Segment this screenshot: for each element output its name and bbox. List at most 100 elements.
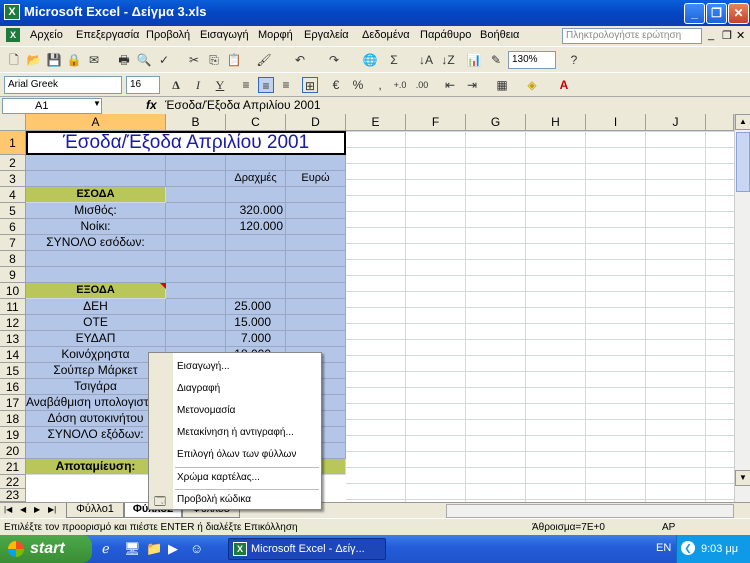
cell-a13[interactable]: ΕΥΔΑΠ: [26, 331, 166, 347]
row-header[interactable]: 9: [0, 267, 26, 283]
currency-icon[interactable]: €: [328, 77, 344, 93]
redo-icon[interactable]: ↷: [326, 52, 342, 68]
cell-a7[interactable]: ΣΥΝΟΛΟ εσόδων:: [26, 235, 166, 251]
cell-a11[interactable]: ΔΕΗ: [26, 299, 166, 315]
cell-c6[interactable]: 120.000: [226, 219, 286, 235]
print-icon[interactable]: 🖶: [116, 52, 132, 68]
cell[interactable]: [286, 283, 346, 299]
cell-a17[interactable]: Αναβάθμιση υπολογιστή: [26, 395, 166, 411]
row-header[interactable]: 23: [0, 489, 26, 502]
cell[interactable]: [226, 155, 286, 171]
hyperlink-icon[interactable]: 🌐: [362, 52, 378, 68]
cell[interactable]: [166, 315, 226, 331]
column-header-k[interactable]: [706, 114, 734, 131]
row-header[interactable]: 21: [0, 459, 26, 475]
cell[interactable]: [166, 235, 226, 251]
cell[interactable]: [286, 251, 346, 267]
ie-quicklaunch-icon[interactable]: ℯ: [102, 541, 110, 557]
cell[interactable]: [226, 251, 286, 267]
cell[interactable]: [166, 203, 226, 219]
permission-icon[interactable]: 🔒: [66, 52, 82, 68]
cell-a10-expenses-header[interactable]: ΕΞΟΔΑ: [26, 283, 166, 299]
cell[interactable]: [166, 299, 226, 315]
row-header[interactable]: 13: [0, 331, 26, 347]
new-icon[interactable]: 🗋: [6, 52, 22, 68]
row-header[interactable]: 15: [0, 363, 26, 379]
cell[interactable]: [166, 187, 226, 203]
cell-a1-title[interactable]: Έσοδα/Έξοδα Απριλίου 2001: [26, 131, 346, 155]
column-header-g[interactable]: G: [466, 114, 526, 131]
column-header-d[interactable]: D: [286, 114, 346, 131]
scroll-up-icon[interactable]: ▲: [735, 114, 750, 130]
first-sheet-icon[interactable]: |◀: [4, 505, 12, 514]
email-icon[interactable]: ✉: [86, 52, 102, 68]
print-preview-icon[interactable]: 🔍: [136, 52, 152, 68]
row-header[interactable]: 4: [0, 187, 26, 203]
percent-icon[interactable]: %: [350, 77, 366, 93]
prev-sheet-icon[interactable]: ◀: [20, 505, 26, 514]
align-right-icon[interactable]: ≡: [278, 77, 294, 93]
start-button[interactable]: start: [0, 535, 92, 563]
media-quicklaunch-icon[interactable]: ▶: [168, 541, 178, 557]
underline-icon[interactable]: Υ: [212, 77, 228, 93]
copy-icon[interactable]: ⎘: [206, 52, 222, 68]
font-name-select[interactable]: Arial Greek: [4, 76, 122, 94]
excel-app-icon[interactable]: X: [4, 4, 20, 20]
autosum-icon[interactable]: Σ: [386, 52, 402, 68]
borders-icon[interactable]: ▦: [494, 77, 510, 93]
row-header[interactable]: 1: [0, 131, 26, 155]
row-header[interactable]: 8: [0, 251, 26, 267]
cell-a16[interactable]: Τσιγάρα: [26, 379, 166, 395]
row-header[interactable]: 17: [0, 395, 26, 411]
cell-c11[interactable]: 25.000: [226, 299, 286, 315]
cell-a12[interactable]: ΟΤΕ: [26, 315, 166, 331]
last-sheet-icon[interactable]: ▶|: [48, 505, 56, 514]
cell[interactable]: [286, 219, 346, 235]
cell[interactable]: [166, 267, 226, 283]
cell[interactable]: [286, 203, 346, 219]
cell-a4-income-header[interactable]: ΕΣΟΔΑ: [26, 187, 166, 203]
cell[interactable]: [166, 283, 226, 299]
row-header[interactable]: 7: [0, 235, 26, 251]
column-header-j[interactable]: J: [646, 114, 706, 131]
menu-insert[interactable]: Εισαγωγή: [200, 29, 249, 41]
context-insert[interactable]: Εισαγωγή...: [177, 361, 230, 372]
cell-a5[interactable]: Μισθός:: [26, 203, 166, 219]
cell[interactable]: [26, 443, 166, 459]
doc-close-icon[interactable]: ✕: [736, 29, 745, 42]
cell-a21-savings[interactable]: Αποταμίευση:: [26, 459, 166, 475]
cell[interactable]: [286, 155, 346, 171]
cell-a6[interactable]: Νοίκι:: [26, 219, 166, 235]
menu-view[interactable]: Προβολή: [146, 29, 190, 41]
sort-ascending-icon[interactable]: ↓A: [418, 52, 434, 68]
column-header-i[interactable]: I: [586, 114, 646, 131]
context-select-all-sheets[interactable]: Επιλογή όλων των φύλλων: [177, 449, 296, 460]
cell[interactable]: [166, 219, 226, 235]
row-header[interactable]: 16: [0, 379, 26, 395]
merge-center-icon[interactable]: ⊞: [302, 77, 318, 93]
cell[interactable]: [26, 171, 166, 187]
maximize-button[interactable]: ❐: [706, 3, 727, 24]
cell[interactable]: [166, 251, 226, 267]
column-header-e[interactable]: E: [346, 114, 406, 131]
drawing-icon[interactable]: ✎: [488, 52, 504, 68]
row-header[interactable]: 6: [0, 219, 26, 235]
cell-a15[interactable]: Σούπερ Μάρκετ: [26, 363, 166, 379]
align-left-icon[interactable]: ≡: [238, 77, 254, 93]
row-header[interactable]: 11: [0, 299, 26, 315]
empty-cells-area[interactable]: [346, 131, 734, 502]
undo-icon[interactable]: ↶: [292, 52, 308, 68]
fill-color-icon[interactable]: ◈: [524, 77, 540, 93]
menu-file[interactable]: Αρχείο: [30, 29, 63, 41]
taskbar-excel-button[interactable]: X Microsoft Excel - Δείγ...: [228, 538, 386, 560]
cell[interactable]: [286, 299, 346, 315]
format-painter-icon[interactable]: 🖌: [256, 52, 272, 68]
save-icon[interactable]: 💾: [46, 52, 62, 68]
cell-a19[interactable]: ΣΥΝΟΛΟ εξόδων:: [26, 427, 166, 443]
column-header-c[interactable]: C: [226, 114, 286, 131]
zoom-select[interactable]: 130%: [508, 51, 556, 69]
cell[interactable]: [226, 187, 286, 203]
cell[interactable]: [26, 251, 166, 267]
increase-decimal-icon[interactable]: +.0: [392, 77, 408, 93]
cell-a18[interactable]: Δόση αυτοκινήτου: [26, 411, 166, 427]
